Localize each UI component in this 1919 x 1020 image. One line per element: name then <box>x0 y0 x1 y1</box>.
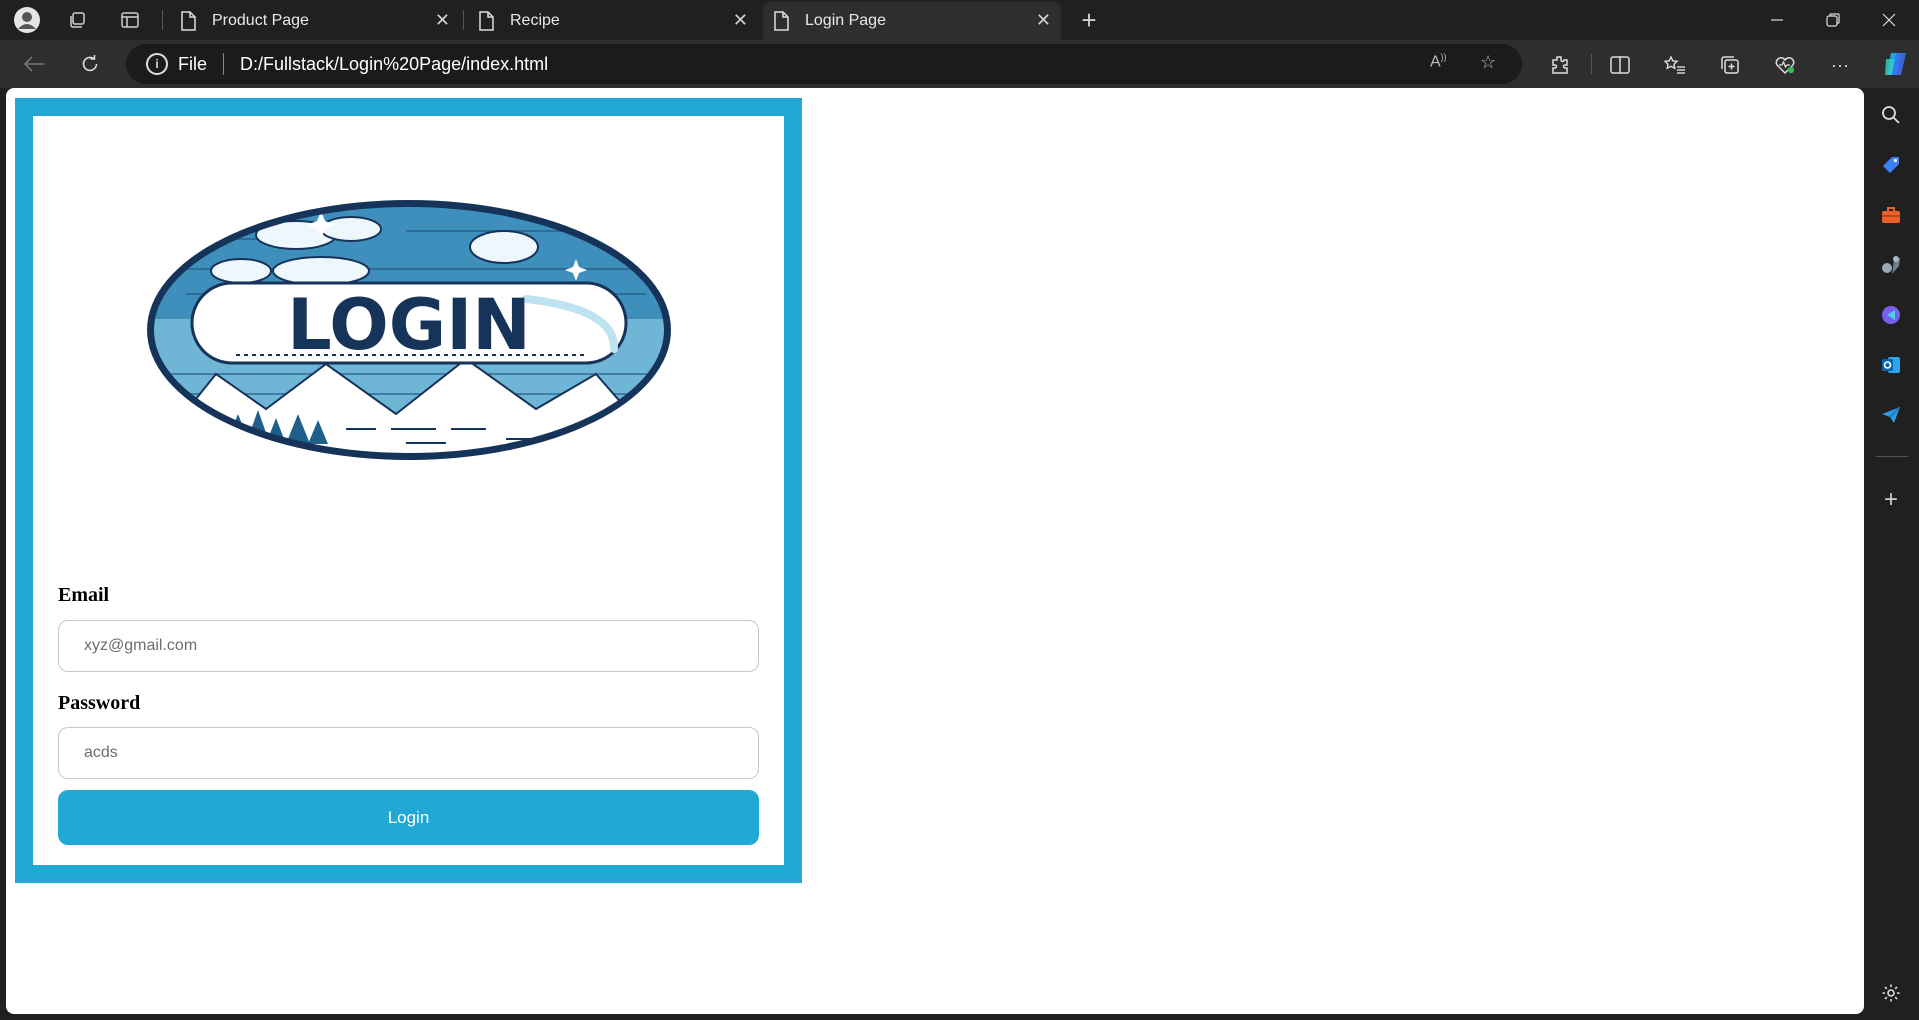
extensions-icon[interactable] <box>1544 52 1574 78</box>
more-options-icon[interactable]: ··· <box>1825 52 1855 78</box>
favorite-star-icon[interactable]: ☆ <box>1480 52 1496 73</box>
password-label: Password <box>58 692 141 714</box>
page-icon <box>773 11 793 31</box>
split-screen-icon[interactable] <box>1605 52 1635 78</box>
page-icon <box>180 11 200 31</box>
address-bar[interactable]: i File D:/Fullstack/Login%20Page/index.h… <box>126 44 1522 84</box>
email-input[interactable]: xyz@gmail.com <box>58 620 759 672</box>
read-aloud-icon[interactable]: A)) <box>1430 52 1447 71</box>
restore-icon[interactable] <box>1805 0 1861 40</box>
copilot-sidebar-icon[interactable] <box>1876 300 1906 330</box>
tab-login-page[interactable]: Login Page ✕ <box>763 2 1061 40</box>
close-tab-icon[interactable]: ✕ <box>733 10 748 31</box>
password-input-value: acds <box>84 744 118 761</box>
browser-essentials-icon[interactable] <box>1770 52 1800 78</box>
logo-text: LOGIN <box>287 284 531 366</box>
email-label: Email <box>58 584 110 606</box>
page-viewport: LOGIN Email xyz@gmail.com Password acds … <box>6 88 1864 1014</box>
edge-sidebar: + <box>1864 88 1919 1020</box>
sidebar-separator <box>1876 456 1908 457</box>
tab-separator <box>162 10 163 30</box>
close-tab-icon[interactable]: ✕ <box>435 10 450 31</box>
workspaces-icon[interactable] <box>62 6 92 34</box>
login-frame: LOGIN Email xyz@gmail.com Password acds … <box>15 98 802 883</box>
login-logo: LOGIN <box>147 200 671 460</box>
close-tab-icon[interactable]: ✕ <box>1036 10 1051 31</box>
url-text[interactable]: D:/Fullstack/Login%20Page/index.html <box>240 54 548 75</box>
games-icon[interactable] <box>1876 250 1906 280</box>
close-window-icon[interactable] <box>1861 0 1917 40</box>
send-icon[interactable] <box>1876 400 1906 430</box>
tab-title: Recipe <box>510 12 560 29</box>
collections-icon[interactable] <box>1715 52 1745 78</box>
tools-icon[interactable] <box>1876 200 1906 230</box>
login-button[interactable]: Login <box>58 790 759 845</box>
protocol-label: File <box>178 53 208 74</box>
profile-avatar-icon[interactable] <box>12 6 42 34</box>
minimize-icon[interactable] <box>1749 0 1805 40</box>
address-bar-row: i File D:/Fullstack/Login%20Page/index.h… <box>0 40 1919 88</box>
copilot-icon[interactable] <box>1879 48 1913 80</box>
refresh-icon[interactable] <box>74 50 106 78</box>
tab-separator <box>463 10 464 30</box>
site-info-icon[interactable]: i <box>146 53 168 75</box>
tab-title: Login Page <box>805 12 886 29</box>
email-input-value: xyz@gmail.com <box>84 637 198 654</box>
outlook-icon[interactable] <box>1876 350 1906 380</box>
vertical-tabs-icon[interactable] <box>115 6 145 34</box>
password-input[interactable]: acds <box>58 727 759 779</box>
tab-bar: Product Page ✕ Recipe ✕ Login Page ✕ + <box>0 0 1919 40</box>
favorites-list-icon[interactable] <box>1660 52 1690 78</box>
gear-icon[interactable] <box>1876 978 1906 1008</box>
tab-product-page[interactable]: Product Page ✕ <box>170 2 460 40</box>
shopping-tag-icon[interactable] <box>1876 150 1906 180</box>
add-icon[interactable]: + <box>1876 485 1906 515</box>
toolbar-separator <box>1591 54 1592 74</box>
search-icon[interactable] <box>1876 100 1906 130</box>
page-icon <box>478 11 498 31</box>
back-arrow-icon[interactable] <box>18 50 50 78</box>
new-tab-icon[interactable]: + <box>1074 5 1104 35</box>
tab-title: Product Page <box>212 12 309 29</box>
login-card: LOGIN Email xyz@gmail.com Password acds … <box>33 116 784 865</box>
address-divider <box>223 53 225 75</box>
tab-recipe[interactable]: Recipe ✕ <box>468 2 758 40</box>
